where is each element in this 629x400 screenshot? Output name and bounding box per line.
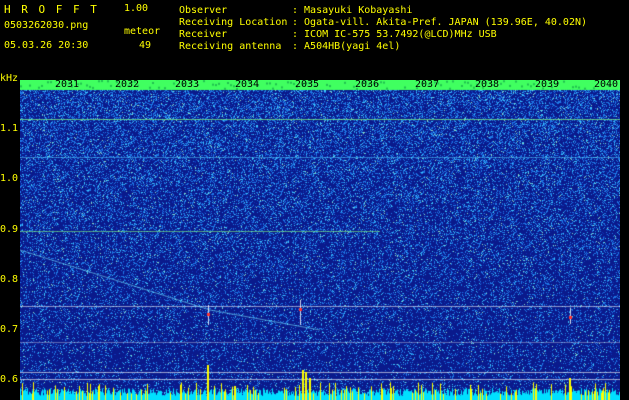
- x-tick-label: 2033: [175, 79, 200, 90]
- meteor-label: meteor: [124, 26, 161, 37]
- location-value: : Ogata-vill. Akita-Pref. JAPAN (139.96E…: [292, 17, 588, 28]
- app-version: 1.00: [124, 3, 149, 14]
- x-tick-label: 2032: [115, 79, 140, 90]
- antenna-value: : A504HB(yagi 4el): [292, 41, 401, 52]
- y-tick-label: 1.1: [0, 123, 19, 134]
- y-axis-unit: kHz: [0, 73, 19, 84]
- receiver-label: Receiver: [179, 29, 228, 40]
- meteor-count: 49: [139, 40, 152, 51]
- x-tick-label: 2036: [355, 79, 380, 90]
- spectrogram-plot: [20, 80, 620, 400]
- y-tick-label: 0.7: [0, 324, 19, 335]
- x-tick-label: 2038: [475, 79, 500, 90]
- x-tick-label: 2035: [295, 79, 320, 90]
- x-tick-label: 2031: [55, 79, 80, 90]
- receiver-value: : ICOM IC-575 53.7492(@LCD)MHz USB: [292, 29, 497, 40]
- y-tick-label: 0.8: [0, 274, 19, 285]
- x-tick-label: 2040: [594, 79, 619, 90]
- x-tick-label: 2037: [415, 79, 440, 90]
- x-tick-label: 2034: [235, 79, 260, 90]
- y-tick-label: 0.6: [0, 374, 19, 385]
- filename: 0503262030.png: [4, 20, 89, 31]
- location-label: Receiving Location: [179, 17, 288, 28]
- y-tick-label: 0.9: [0, 224, 19, 235]
- app-title: H R O F F T: [4, 3, 99, 16]
- y-tick-label: 1.0: [0, 173, 19, 184]
- antenna-label: Receiving antenna: [179, 41, 282, 52]
- observer-value: : Masayuki Kobayashi: [292, 5, 413, 16]
- datetime: 05.03.26 20:30: [4, 40, 89, 51]
- observer-label: Observer: [179, 5, 228, 16]
- x-tick-label: 2039: [535, 79, 560, 90]
